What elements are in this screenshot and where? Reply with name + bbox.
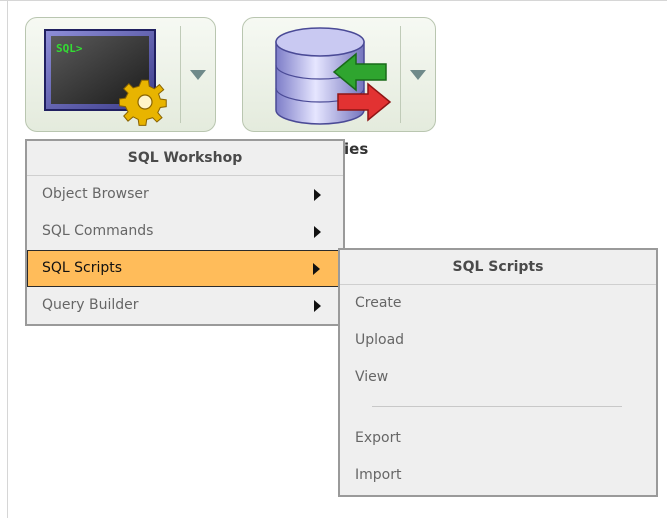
utilities-tile[interactable]: [242, 17, 436, 132]
menu-item-label: Object Browser: [42, 186, 149, 202]
sql-workshop-icon: SQL>: [44, 29, 167, 126]
database-arrows-icon: [275, 27, 392, 125]
sql-workshop-tile[interactable]: SQL>: [25, 17, 216, 132]
utilities-caption: ies: [344, 140, 369, 158]
chevron-right-icon: [314, 188, 321, 201]
menu-item-object-browser[interactable]: Object Browser: [27, 176, 343, 213]
frame-border-top: [0, 0, 667, 1]
submenu-item-create[interactable]: Create: [340, 285, 656, 322]
menu-item-sql-scripts[interactable]: SQL Scripts: [27, 250, 343, 287]
submenu-item-upload[interactable]: Upload: [340, 322, 656, 359]
sql-workshop-menu: SQL Workshop Object Browser SQL Commands…: [25, 139, 345, 326]
chevron-right-icon: [313, 262, 320, 275]
menu-item-label: Query Builder: [42, 297, 139, 313]
chevron-right-icon: [314, 225, 321, 238]
sql-prompt-text: SQL>: [56, 42, 83, 55]
menu-item-sql-commands[interactable]: SQL Commands: [27, 213, 343, 250]
submenu-title: SQL Scripts: [340, 250, 656, 285]
menu-title: SQL Workshop: [27, 141, 343, 176]
frame-border-left: [7, 0, 8, 518]
submenu-item-import[interactable]: Import: [340, 457, 656, 494]
menu-item-query-builder[interactable]: Query Builder: [27, 287, 343, 324]
menu-item-label: SQL Commands: [42, 223, 154, 239]
menu-item-label: SQL Scripts: [42, 260, 123, 276]
chevron-down-icon[interactable]: [190, 70, 206, 80]
tile-divider: [180, 26, 181, 123]
submenu-item-export[interactable]: Export: [340, 420, 656, 457]
sql-scripts-submenu: SQL Scripts Create Upload View Export Im…: [338, 248, 658, 497]
tile-divider: [400, 26, 401, 123]
chevron-down-icon[interactable]: [410, 70, 426, 80]
chevron-right-icon: [314, 299, 321, 312]
page: SQL> ies SQL Workshop Object Browser SQL…: [0, 0, 667, 518]
submenu-item-view[interactable]: View: [340, 359, 656, 396]
menu-separator: [340, 396, 656, 420]
